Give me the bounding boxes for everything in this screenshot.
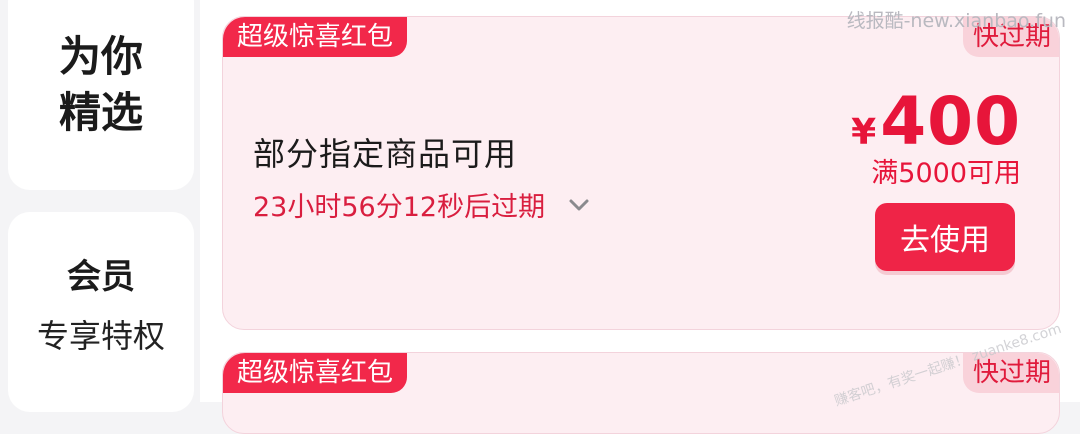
coupon-type-tag: 超级惊喜红包 [223,17,408,57]
sidebar-item-member-title: 会员 [67,257,135,297]
currency-symbol: ¥ [851,112,877,153]
coupon-condition: 满5000可用 [871,158,1021,189]
coupon-type-tag: 超级惊喜红包 [223,353,408,393]
coupon-scope: 部分指定商品可用 [253,135,518,173]
sidebar-item-for-you[interactable]: 为你 精选 [8,0,194,190]
sidebar: 为你 精选 会员 专享特权 [0,0,200,412]
coupon-card[interactable]: 超级惊喜红包 快过期 部分指定商品可用 23小时56分12秒后过期 ¥ 400 … [222,16,1060,330]
watermark-text: 线报酷-new.xianbao.fun [846,10,1066,32]
coupon-expiry-toggle[interactable]: 23小时56分12秒后过期 [253,185,593,224]
sidebar-item-member[interactable]: 会员 专享特权 [8,212,194,412]
sidebar-item-member-subtitle: 专享特权 [36,317,165,355]
coupon-amount-value: 400 [880,83,1021,160]
sidebar-item-for-you-line1: 为你 [58,32,143,81]
coupon-expiry-countdown: 23小时56分12秒后过期 [253,192,546,223]
sidebar-item-for-you-line2: 精选 [58,88,143,137]
use-coupon-button[interactable]: 去使用 [875,203,1015,271]
coupon-list: 超级惊喜红包 快过期 部分指定商品可用 23小时56分12秒后过期 ¥ 400 … [200,0,1080,434]
coupon-amount: ¥ 400 [851,83,1021,160]
chevron-down-icon[interactable] [565,191,593,219]
